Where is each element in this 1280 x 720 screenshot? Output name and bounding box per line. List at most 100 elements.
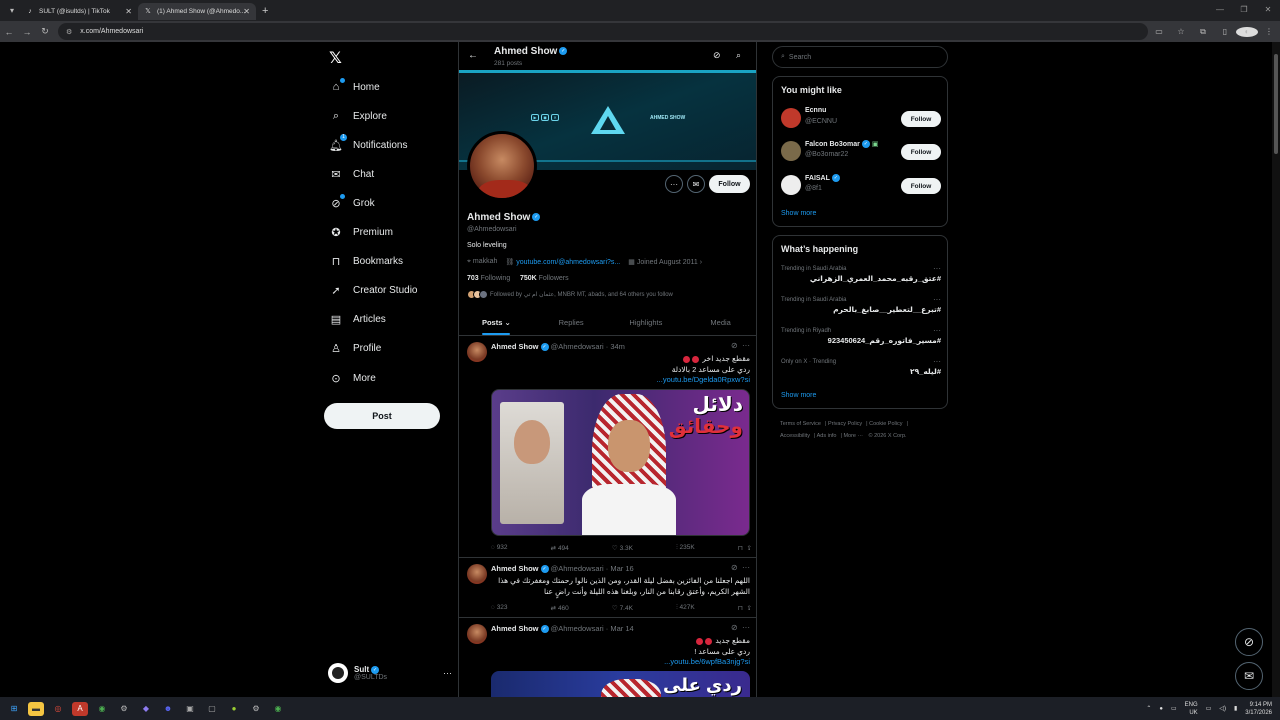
bookmark-share[interactable]: ⊓ ⇪ xyxy=(738,544,752,552)
trend-item[interactable]: Only on X · Trending ··· #ليله_٢٩ xyxy=(781,357,941,387)
show-more-link[interactable]: Show more xyxy=(781,210,816,217)
follow-button[interactable]: Follow xyxy=(709,175,750,193)
app-icon[interactable]: ◎ xyxy=(50,702,66,716)
repost-button[interactable]: ⇄ 460 xyxy=(551,604,569,612)
close-icon[interactable]: ✕ xyxy=(243,7,250,16)
back-arrow-icon[interactable]: ← xyxy=(468,50,478,61)
url-field[interactable]: ⚙ x.com/Ahmedowsari xyxy=(58,23,1148,40)
views-button[interactable]: ⫶ 235K xyxy=(676,544,695,552)
steam-icon[interactable]: ⚙ xyxy=(116,702,132,716)
messages-fab-icon[interactable]: ✉ xyxy=(1235,662,1263,690)
sidebar-icon[interactable]: ▯ xyxy=(1214,27,1236,36)
account-switcher[interactable]: Sult ✓ @SULTDs ··· xyxy=(328,660,452,686)
more-dots-icon[interactable]: ··· xyxy=(742,341,750,350)
app-icon[interactable]: ● xyxy=(226,702,242,716)
reply-button[interactable]: ◌ 932 xyxy=(491,544,508,552)
footer-link[interactable]: Ads info xyxy=(817,433,837,439)
reload-icon[interactable]: ↻ xyxy=(36,26,54,37)
grok-icon[interactable]: ⊘ xyxy=(731,623,738,632)
new-tab-icon[interactable]: + xyxy=(262,5,268,17)
trend-item[interactable]: Trending in Saudi Arabia ··· #تبرع__لتعط… xyxy=(781,295,941,325)
follow-button[interactable]: Follow xyxy=(901,144,941,160)
app-icon[interactable]: ▣ xyxy=(182,702,198,716)
tab-highlights[interactable]: Highlights xyxy=(609,310,684,335)
nav-chat[interactable]: ✉ Chat xyxy=(329,163,374,185)
footer-link[interactable]: Cookie Policy xyxy=(869,421,902,427)
more-options-icon[interactable]: ··· xyxy=(665,175,683,193)
more-dots-icon[interactable]: ··· xyxy=(933,357,941,366)
nav-notifications[interactable]: 🔔︎ 1 Notifications xyxy=(329,134,407,156)
footer-link[interactable]: Privacy Policy xyxy=(828,421,862,427)
suggested-account[interactable]: FAISAL ✓ @8f1 Follow xyxy=(781,172,941,198)
views-button[interactable]: ⫶ 427K xyxy=(676,604,695,612)
chrome-icon[interactable]: ◉ xyxy=(94,702,110,716)
star-icon[interactable]: ☆ xyxy=(1170,27,1192,36)
grok-icon[interactable]: ⊘ xyxy=(713,50,721,61)
like-button[interactable]: ♡ 3.3K xyxy=(612,544,633,552)
following-link[interactable]: 703 Following xyxy=(467,275,510,282)
grok-icon[interactable]: ⊘ xyxy=(731,341,738,350)
tweet[interactable]: Ahmed Show ✓ @Ahmedowsari · Mar 14 ⊘ ··· … xyxy=(459,618,756,697)
follow-button[interactable]: Follow xyxy=(901,111,941,127)
keyboard-icon[interactable]: ▭ xyxy=(1171,705,1177,712)
tweet-link[interactable]: youtu.be/6wpfBa3njg?si... xyxy=(491,657,750,668)
trend-item[interactable]: Trending in Saudi Arabia ··· #عتق_رقبه_م… xyxy=(781,264,941,294)
acrobat-icon[interactable]: A xyxy=(72,701,88,716)
avatar[interactable] xyxy=(467,624,487,644)
cast-icon[interactable]: ▭ xyxy=(1148,27,1170,36)
network-icon[interactable]: ▭ xyxy=(1206,705,1212,712)
suggested-account[interactable]: Falcon Bo3omar ✓ ▣ @Bo3omar22 Follow xyxy=(781,138,941,164)
suggested-account[interactable]: Ecnnu @ECNNU Follow xyxy=(781,105,941,131)
more-dots-icon[interactable]: ··· xyxy=(443,668,452,678)
tab-x-profile[interactable]: 𝕏 (1) Ahmed Show (@Ahmedo... ✕ xyxy=(138,3,256,20)
more-dots-icon[interactable]: ··· xyxy=(742,623,750,632)
nav-bookmarks[interactable]: ⊓ Bookmarks xyxy=(329,250,403,272)
footer-link[interactable]: Terms of Service xyxy=(780,421,821,427)
app-icon[interactable]: ▢ xyxy=(204,702,220,716)
forward-icon[interactable]: → xyxy=(18,27,36,37)
close-icon[interactable]: ✕ xyxy=(125,7,132,16)
tweet-media[interactable]: ردي على xyxy=(491,671,750,697)
footer-link[interactable]: Accessibility xyxy=(780,433,810,439)
volume-icon[interactable]: ◁) xyxy=(1219,705,1226,712)
tab-replies[interactable]: Replies xyxy=(534,310,609,335)
nav-premium[interactable]: ✪ Premium xyxy=(329,221,393,243)
steam-icon[interactable]: ⚙ xyxy=(248,702,264,716)
repost-button[interactable]: ⇄ 494 xyxy=(551,544,569,552)
windows-start-icon[interactable]: ⊞ xyxy=(6,702,22,716)
followed-by[interactable]: Followed by عثمان ام تي, MNBR MT, abads,… xyxy=(467,290,673,299)
discord-icon[interactable]: ☻ xyxy=(160,702,176,716)
nav-grok[interactable]: ⊘ Grok xyxy=(329,192,375,214)
menu-icon[interactable]: ⋮ xyxy=(1258,27,1280,36)
file-explorer-icon[interactable]: ▬ xyxy=(28,701,44,716)
chrome-icon[interactable]: ◉ xyxy=(270,702,286,716)
scrollbar[interactable] xyxy=(1272,42,1280,697)
avatar[interactable] xyxy=(467,564,487,584)
x-logo-icon[interactable]: 𝕏 xyxy=(329,48,342,68)
followers-link[interactable]: 750K Followers xyxy=(520,275,569,282)
tab-posts[interactable]: Posts ⌄ xyxy=(459,310,534,335)
tab-tiktok[interactable]: ♪ SULT (@isultds) | TikTok ✕ xyxy=(20,3,138,20)
nav-articles[interactable]: ▤ Articles xyxy=(329,308,386,330)
site-info-icon[interactable]: ⚙ xyxy=(66,28,72,36)
more-dots-icon[interactable]: ··· xyxy=(933,295,941,304)
nav-creator-studio[interactable]: ➚ Creator Studio xyxy=(329,279,417,301)
search-input[interactable]: ⌕ Search xyxy=(772,46,948,68)
tweet[interactable]: Ahmed Show ✓ @Ahmedowsari · Mar 16 ⊘ ··· … xyxy=(459,558,756,618)
more-dots-icon[interactable]: ··· xyxy=(933,264,941,273)
nav-explore[interactable]: ⌕ Explore xyxy=(329,105,387,127)
chevron-up-icon[interactable]: ⌃ xyxy=(1146,705,1151,712)
nav-profile[interactable]: ♙ Profile xyxy=(329,337,381,359)
follow-button[interactable]: Follow xyxy=(901,178,941,194)
search-icon[interactable]: ⌕ xyxy=(736,50,741,61)
battery-icon[interactable]: ▮ xyxy=(1234,705,1237,712)
grok-fab-icon[interactable]: ⊘ xyxy=(1235,628,1263,656)
trend-item[interactable]: Trending in Riyadh ··· #مسير_فاتوره_رقم_… xyxy=(781,326,941,356)
tweet-media[interactable]: دلائل وحقائق xyxy=(491,389,750,536)
more-dots-icon[interactable]: ··· xyxy=(742,563,750,572)
avatar[interactable] xyxy=(467,342,487,362)
tab-search-icon[interactable]: ▾ xyxy=(4,3,20,19)
profile-avatar[interactable]: ◐ xyxy=(1236,26,1258,37)
nav-home[interactable]: ⌂ Home xyxy=(329,76,380,98)
nav-more[interactable]: ⊙ More xyxy=(329,367,375,389)
